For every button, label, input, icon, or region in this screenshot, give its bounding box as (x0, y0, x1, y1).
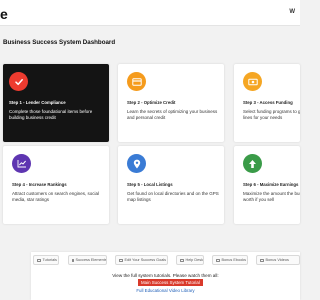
book-icon (216, 258, 220, 262)
tab-label: Edit Your Success Goals (124, 258, 167, 262)
card-title: Step 6 - Maximize Earnings (243, 182, 299, 187)
arrow-up-icon (243, 154, 262, 173)
elements-icon (72, 258, 74, 262)
tutorials-info: View the full system tutorials. Please w… (112, 273, 219, 278)
video-icon (37, 258, 41, 262)
card-desc: Attract customers on search engines, soc… (12, 191, 100, 202)
card-optimize-credit[interactable]: Step 2 - Optimize Credit Learn the secre… (118, 64, 224, 142)
tab-success-elements[interactable]: Success Elements (68, 255, 107, 265)
card-desc: Learn the secrets of optimizing your bus… (127, 109, 218, 120)
check-icon (9, 72, 28, 91)
card-desc: Complete those foundational items before… (9, 109, 93, 120)
tab-label: Bonus Ebooks (221, 258, 247, 262)
main-tutorial-button[interactable]: Main Success System Tutorial (138, 279, 203, 286)
tab-help-desk[interactable]: Help Desk (176, 255, 204, 265)
tab-edit-goals[interactable]: Edit Your Success Goals (115, 255, 168, 265)
card-desc: Select funding programs to get credit li… (243, 109, 300, 120)
video-icon (260, 258, 264, 262)
card-lender-compliance[interactable]: Step 1 - Lender Compliance Complete thos… (3, 64, 109, 142)
card-maximize-earnings[interactable]: Step 6 - Maximize Earnings Maximize the … (234, 146, 300, 224)
user-menu[interactable]: W (289, 9, 295, 15)
card-title: Step 4 - Increase Rankings (12, 182, 67, 187)
help-icon (180, 258, 184, 262)
tab-bonus-videos[interactable]: Bonus Videos (256, 255, 300, 265)
credit-card-icon (127, 72, 146, 91)
card-desc: Maximize the amount the business is wort… (243, 191, 300, 202)
tab-tutorials[interactable]: Tutorials (33, 255, 59, 265)
map-pin-icon (127, 154, 146, 173)
card-increase-rankings[interactable]: Step 4 - Increase Rankings Attract custo… (3, 146, 109, 224)
top-bar: e W (0, 0, 300, 26)
money-icon (243, 72, 262, 91)
card-title: Step 3 - Access Funding (243, 100, 293, 105)
logo[interactable]: e (0, 7, 8, 21)
card-title: Step 5 - Local Listings (127, 182, 173, 187)
card-desc: Get found on local directories and on th… (127, 191, 219, 202)
tutorials-panel: Tutorials Success Elements Edit Your Suc… (31, 252, 300, 300)
edit-icon (119, 258, 123, 262)
tab-label: Help Desk (185, 258, 203, 262)
tab-bonus-ebooks[interactable]: Bonus Ebooks (212, 255, 248, 265)
tab-label: Tutorials (42, 258, 57, 262)
card-access-funding[interactable]: Step 3 - Access Funding Select funding p… (234, 64, 300, 142)
video-library-link[interactable]: Full Educational Video Library (31, 288, 300, 293)
page-title: Business Success System Dashboard (3, 39, 116, 46)
card-title: Step 1 - Lender Compliance (9, 100, 66, 105)
card-local-listings[interactable]: Step 5 - Local Listings Get found on loc… (118, 146, 224, 224)
card-title: Step 2 - Optimize Credit (127, 100, 176, 105)
tab-label: Bonus Videos (265, 258, 289, 262)
chart-trend-icon (12, 154, 31, 173)
tab-label: Success Elements (75, 258, 107, 262)
